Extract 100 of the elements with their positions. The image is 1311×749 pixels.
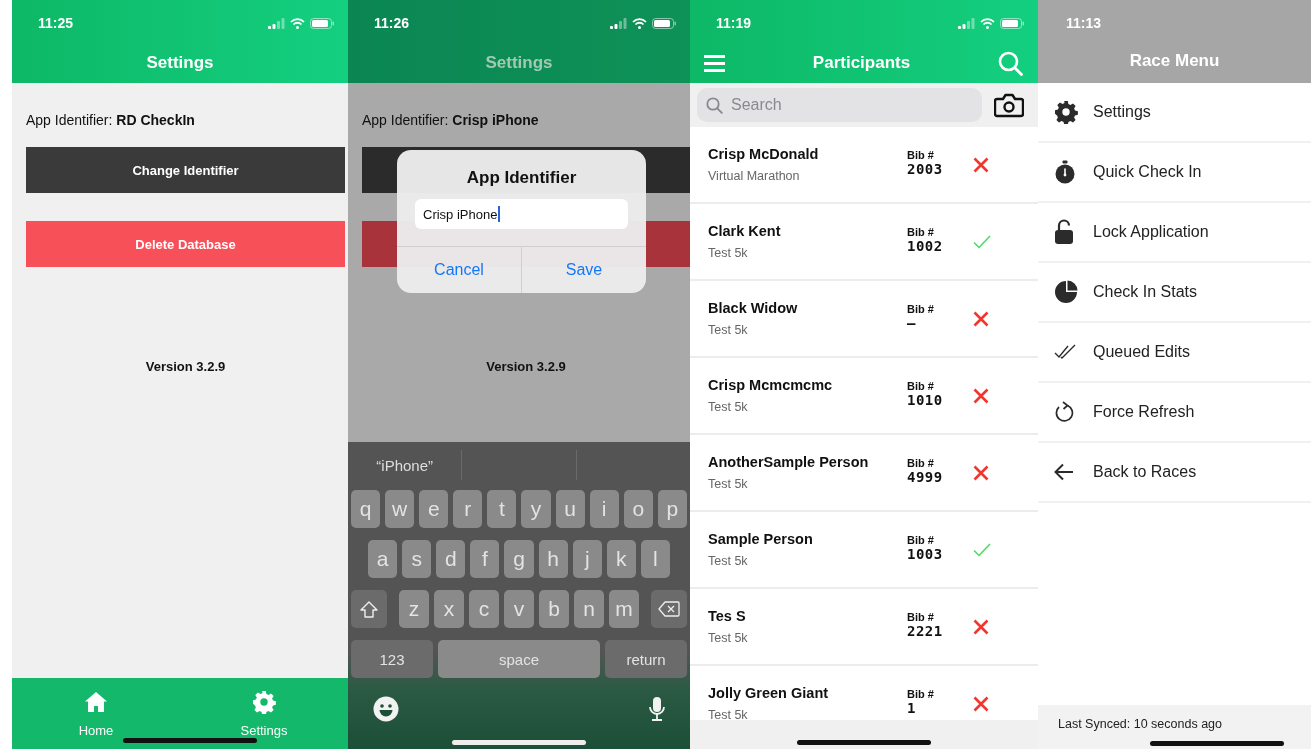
bib-number: 2003 bbox=[907, 160, 944, 177]
microphone-icon[interactable] bbox=[648, 696, 666, 722]
tab-item[interactable]: Settings bbox=[180, 678, 348, 749]
tab-label: Home bbox=[78, 723, 114, 738]
keyboard-key[interactable]: h bbox=[538, 540, 568, 578]
bib-number: — bbox=[907, 314, 917, 331]
menu-item[interactable]: Force Refresh bbox=[1038, 383, 1311, 443]
home-icon bbox=[84, 690, 108, 714]
shift-key[interactable] bbox=[351, 590, 387, 628]
keyboard-key[interactable]: 123 bbox=[351, 640, 433, 678]
keyboard-key[interactable]: s bbox=[402, 540, 432, 578]
keyboard-key[interactable]: q bbox=[351, 490, 381, 528]
keyboard-key[interactable]: e bbox=[419, 490, 449, 528]
settings-icon bbox=[252, 690, 276, 714]
keyboard-key[interactable]: space bbox=[438, 640, 600, 678]
screen-title: Settings bbox=[485, 53, 553, 73]
search-field[interactable]: Search bbox=[697, 88, 982, 122]
menu-item[interactable]: Check In Stats bbox=[1038, 263, 1311, 323]
bib-number: 4999 bbox=[907, 468, 944, 485]
event-name: Test 5k bbox=[708, 400, 749, 414]
keyboard-key[interactable]: j bbox=[572, 540, 602, 578]
dialog-action-button[interactable]: Save bbox=[521, 247, 646, 293]
keyboard-key[interactable]: i bbox=[589, 490, 619, 528]
event-name: Test 5k bbox=[708, 554, 749, 568]
keyboard-suggestion[interactable]: “iPhone” bbox=[348, 450, 462, 480]
event-name: Test 5k bbox=[708, 708, 749, 720]
back-arrow-icon bbox=[1054, 463, 1074, 481]
battery-icon bbox=[652, 17, 676, 29]
dialog-title: App Identifier bbox=[465, 168, 578, 188]
emoji-icon[interactable] bbox=[373, 696, 399, 722]
status-time: 11:19 bbox=[716, 15, 752, 31]
backspace-key[interactable] bbox=[651, 590, 687, 628]
participant-name: Sample Person bbox=[708, 531, 814, 547]
event-name: Test 5k bbox=[708, 246, 749, 260]
double-check-icon bbox=[1054, 344, 1076, 360]
keyboard-key[interactable]: f bbox=[470, 540, 500, 578]
bib-number: 1002 bbox=[907, 237, 944, 254]
menu-item-label: Queued Edits bbox=[1093, 343, 1190, 361]
keyboard-key[interactable]: b bbox=[539, 590, 569, 628]
participant-name: Crisp Mcmcmcmc bbox=[708, 377, 834, 393]
wifi-icon bbox=[980, 17, 995, 29]
keyboard-key[interactable]: l bbox=[640, 540, 670, 578]
status-time: 11:25 bbox=[38, 15, 74, 31]
keyboard-key[interactable]: a bbox=[368, 540, 398, 578]
keyboard-key[interactable]: y bbox=[521, 490, 551, 528]
battery-icon bbox=[1000, 17, 1024, 29]
keyboard-key[interactable]: m bbox=[609, 590, 639, 628]
menu-item-label: Check In Stats bbox=[1093, 283, 1198, 301]
keyboard-key[interactable]: v bbox=[504, 590, 534, 628]
change-identifier-button[interactable]: Change Identifier bbox=[26, 147, 345, 193]
event-name: Test 5k bbox=[708, 477, 749, 491]
menu-item[interactable]: Settings bbox=[1038, 83, 1311, 143]
keyboard-key[interactable]: u bbox=[555, 490, 585, 528]
identifier-input[interactable]: Crisp iPhone bbox=[415, 199, 628, 229]
menu-item-label: Force Refresh bbox=[1093, 403, 1195, 421]
tab-item[interactable]: Home bbox=[12, 678, 180, 749]
menu-item[interactable]: Lock Application bbox=[1038, 203, 1311, 263]
keyboard-key[interactable]: g bbox=[504, 540, 534, 578]
backspace-icon bbox=[658, 601, 680, 617]
menu-icon[interactable] bbox=[704, 54, 725, 72]
bib-number: 1010 bbox=[907, 391, 944, 408]
tab-label: Settings bbox=[240, 723, 288, 738]
event-name: Test 5k bbox=[708, 631, 749, 645]
bib-label: Bib # bbox=[907, 533, 935, 546]
keyboard-key[interactable]: p bbox=[657, 490, 687, 528]
keyboard-key[interactable]: o bbox=[623, 490, 653, 528]
signal-icon bbox=[610, 17, 627, 29]
keyboard-key[interactable]: d bbox=[436, 540, 466, 578]
keyboard-key[interactable]: t bbox=[487, 490, 517, 528]
delete-database-button[interactable]: Delete Database bbox=[26, 221, 345, 267]
dialog-action-button[interactable]: Cancel bbox=[397, 247, 521, 293]
menu-item-label: Back to Races bbox=[1093, 463, 1197, 481]
keyboard-key[interactable]: w bbox=[385, 490, 415, 528]
participant-name: Crisp McDonald bbox=[708, 146, 820, 162]
last-synced-text: Last Synced: 10 seconds ago bbox=[1058, 717, 1223, 731]
screen-title: Participants bbox=[812, 53, 911, 73]
menu-item-label: Settings bbox=[1093, 103, 1151, 121]
keyboard-key[interactable]: k bbox=[606, 540, 636, 578]
menu-item-label: Quick Check In bbox=[1093, 163, 1202, 181]
bib-label: Bib # bbox=[907, 379, 935, 392]
menu-item[interactable]: Queued Edits bbox=[1038, 323, 1311, 383]
wifi-icon bbox=[290, 17, 305, 29]
signal-icon bbox=[268, 17, 285, 29]
keyboard-key[interactable]: x bbox=[434, 590, 464, 628]
bib-label: Bib # bbox=[907, 687, 935, 700]
bib-number: 2221 bbox=[907, 622, 944, 639]
camera-icon[interactable] bbox=[994, 92, 1024, 118]
menu-item[interactable]: Back to Races bbox=[1038, 443, 1311, 503]
keyboard-key[interactable]: n bbox=[574, 590, 604, 628]
bib-label: Bib # bbox=[907, 610, 935, 623]
bib-label: Bib # bbox=[907, 225, 935, 238]
participant-name: Jolly Green Giant bbox=[708, 685, 830, 701]
keyboard-key[interactable]: c bbox=[469, 590, 499, 628]
battery-icon bbox=[310, 17, 334, 29]
keyboard-key[interactable]: z bbox=[399, 590, 429, 628]
keyboard-key[interactable]: r bbox=[453, 490, 483, 528]
app-identifier-text: App Identifier: Crisp iPhone bbox=[362, 111, 540, 130]
participant-name: AnotherSample Person bbox=[708, 454, 870, 470]
menu-item[interactable]: Quick Check In bbox=[1038, 143, 1311, 203]
keyboard-key[interactable]: return bbox=[605, 640, 687, 678]
